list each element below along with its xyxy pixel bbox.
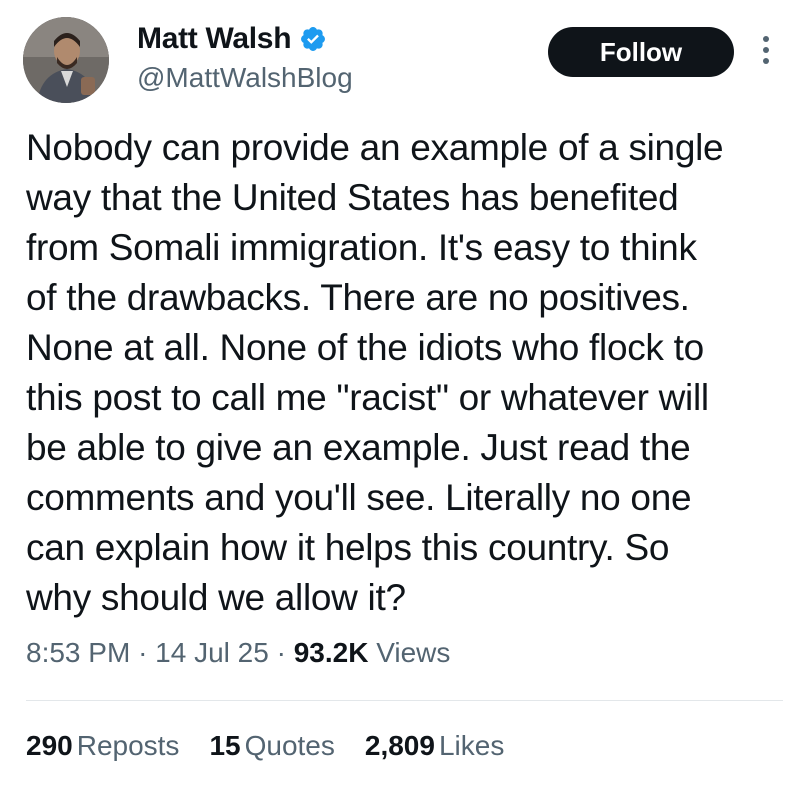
tweet-line: this post to call me "racist" or whateve… [26, 377, 709, 418]
meta-separator: · [276, 637, 286, 668]
tweet-line: Nobody can provide an example of a singl… [26, 127, 724, 168]
quotes-label: Quotes [244, 730, 335, 761]
tweet-time[interactable]: 8:53 PM [26, 637, 130, 668]
tweet-line: from Somali immigration. It's easy to th… [26, 227, 697, 268]
likes-label: Likes [438, 730, 505, 761]
tweet-line: of the drawbacks. There are no positives… [26, 277, 690, 318]
tweet-date[interactable]: 14 Jul 25 [155, 637, 269, 668]
tweet-line: can explain how it helps this country. S… [26, 527, 670, 568]
tweet-line: comments and you'll see. Literally no on… [26, 477, 692, 518]
meta-separator: · [138, 637, 148, 668]
reposts-label: Reposts [76, 730, 180, 761]
likes-stat[interactable]: 2,809 Likes [365, 730, 504, 762]
avatar[interactable] [23, 17, 109, 103]
more-options-icon[interactable] [760, 36, 772, 72]
tweet-line: why should we allow it? [26, 577, 406, 618]
tweet-line: None at all. None of the idiots who floc… [26, 327, 704, 368]
engagement-stats: 290 Reposts 15 Quotes 2,809 Likes [26, 730, 534, 762]
quotes-stat[interactable]: 15 Quotes [209, 730, 334, 762]
follow-button[interactable]: Follow [548, 27, 734, 77]
views-count[interactable]: 93.2K [294, 637, 369, 668]
divider [26, 700, 783, 701]
likes-count: 2,809 [364, 730, 435, 761]
tweet-line: be able to give an example. Just read th… [26, 427, 691, 468]
author-name-row: Matt Walsh [137, 22, 327, 56]
author-handle[interactable]: @MattWalshBlog [137, 62, 353, 94]
tweet-text: Nobody can provide an example of a singl… [26, 123, 796, 623]
views-label: Views [376, 637, 451, 668]
tweet-meta: 8:53 PM · 14 Jul 25 · 93.2K Views [26, 637, 450, 669]
verified-badge-icon [299, 25, 327, 53]
reposts-count: 290 [26, 730, 73, 761]
profile-photo [23, 17, 109, 103]
quotes-count: 15 [209, 730, 241, 761]
reposts-stat[interactable]: 290 Reposts [26, 730, 179, 762]
tweet-line: way that the United States has benefited [26, 177, 679, 218]
display-name[interactable]: Matt Walsh [137, 22, 292, 56]
